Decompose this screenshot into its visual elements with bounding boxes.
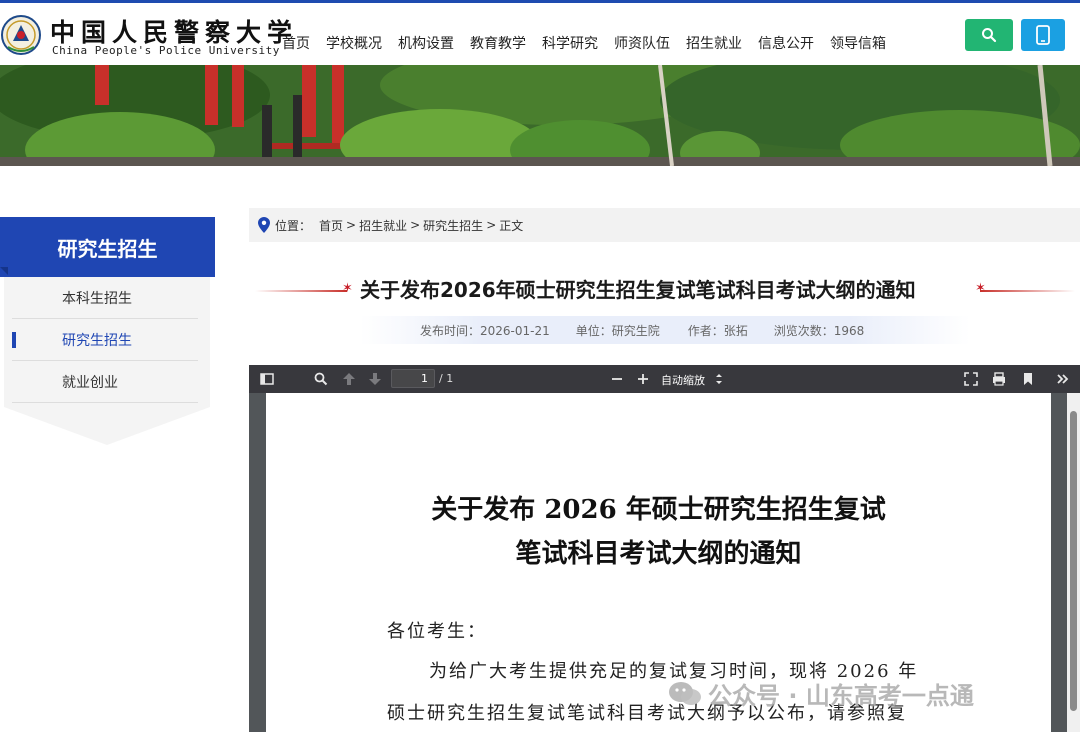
title-decor-line-right [980,290,1075,292]
search-icon[interactable] [313,371,329,387]
sidebar-title: 研究生招生 [0,217,215,277]
star-icon: ✶ [975,281,986,296]
title-decor-line-left [255,290,347,292]
location-pin-icon [258,217,270,233]
nav-item-research[interactable]: 科学研究 [542,33,598,53]
wechat-icon [669,681,701,705]
article-meta: 发布时间：2026-01-21 单位：研究生院 作者：张拓 浏览次数：1968 [360,316,970,344]
article-title: 关于发布2026年硕士研究生招生复试笔试科目考试大纲的通知 [360,278,916,302]
fullscreen-icon[interactable] [963,371,979,387]
sidebar-item-undergraduate[interactable]: 本科生招生 [12,277,198,319]
updown-arrow-icon [716,374,722,384]
sidebar-toggle-icon[interactable] [259,371,275,387]
sidebar-item-label: 本科生招生 [62,290,132,307]
double-chevron-right-icon[interactable] [1055,371,1071,387]
sidebar-fold-corner [0,267,8,275]
sidebar-title-text: 研究生招生 [57,236,158,261]
page-number-input[interactable]: 1 [391,369,435,388]
logo-english-name[interactable]: China People's Police University [52,44,280,57]
watermark: 公众号 · 山东高考一点通 [668,676,974,711]
mobile-version-button[interactable] [1021,19,1065,51]
breadcrumb-separator: > [486,218,497,232]
nav-item-faculty[interactable]: 师资队伍 [614,33,670,53]
watermark-text: 公众号 · 山东高考一点通 [708,682,974,710]
bookmark-icon[interactable] [1020,371,1036,387]
zoom-in-icon[interactable] [635,371,651,387]
author-unit: 单位：研究生院 [575,323,660,338]
site-header: 中国人民警察大学 China People's Police Universit… [0,3,1080,65]
active-marker [12,332,16,348]
star-icon: ✶ [342,281,353,296]
nav-item-home[interactable]: 首页 [282,33,310,53]
page-total: / 1 [439,372,454,385]
breadcrumb: 位置： 首页 > 招生就业 > 研究生招生 > 正文 [249,208,1080,242]
arrow-up-icon[interactable] [341,371,357,387]
breadcrumb-home[interactable]: 首页 [319,217,343,234]
breadcrumb-admissions[interactable]: 招生就业 [359,217,407,234]
print-icon[interactable] [991,371,1007,387]
nav-item-education[interactable]: 教育教学 [470,33,526,53]
search-button[interactable] [965,19,1013,51]
sidebar-bottom-arrow [4,407,210,445]
author-name: 作者：张拓 [687,323,748,338]
zoom-select[interactable]: 自动缩放 [661,372,705,388]
sidebar-item-label: 就业创业 [62,374,118,391]
arrow-down-icon[interactable] [367,371,383,387]
sidebar-item-graduate[interactable]: 研究生招生 [12,319,198,361]
zoom-out-icon[interactable] [609,371,625,387]
nav-item-mailbox[interactable]: 领导信箱 [830,33,886,53]
university-seal-icon[interactable] [0,11,42,59]
sidebar-item-label: 研究生招生 [62,332,132,349]
view-count: 浏览次数：1968 [773,323,865,338]
nav-item-disclosure[interactable]: 信息公开 [758,33,814,53]
doc-title-line1: 关于发布 2026 年硕士研究生招生复试 [431,495,886,525]
pdf-toolbar: 1 / 1 自动缩放 [249,365,1080,393]
breadcrumb-separator: > [346,218,357,232]
article-title-row: ✶ 关于发布2026年硕士研究生招生复试笔试科目考试大纲的通知 ✶ [255,272,1080,306]
mobile-phone-icon [1036,25,1050,45]
nav-item-about[interactable]: 学校概况 [326,33,382,53]
sidebar-item-employment[interactable]: 就业创业 [12,361,198,403]
pdf-scrollbar-thumb[interactable] [1070,411,1077,711]
main-nav: 首页 学校概况 机构设置 教育教学 科学研究 师资队伍 招生就业 信息公开 领导… [282,33,902,53]
doc-title-line2: 笔试科目考试大纲的通知 [515,539,802,569]
search-icon [982,28,997,43]
campus-banner-image [0,65,1080,166]
breadcrumb-prefix: 位置： [275,218,312,233]
breadcrumb-separator: > [410,218,421,232]
nav-item-admissions[interactable]: 招生就业 [686,33,742,53]
doc-salutation: 各位考生： [387,621,487,642]
nav-item-organization[interactable]: 机构设置 [398,33,454,53]
breadcrumb-graduate[interactable]: 研究生招生 [423,217,483,234]
pdf-scrollbar[interactable] [1067,393,1080,732]
breadcrumb-current: 正文 [499,218,524,233]
publish-date: 发布时间：2026-01-21 [420,323,550,338]
